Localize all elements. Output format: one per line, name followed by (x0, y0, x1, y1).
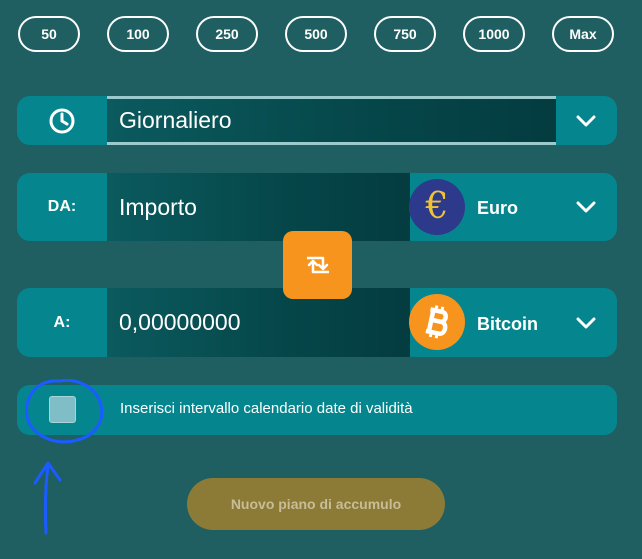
amount-chip-50[interactable]: 50 (18, 16, 80, 52)
bitcoin-icon (409, 294, 465, 350)
amount-preset-bar: 50 100 250 500 750 1000 Max (18, 16, 618, 54)
amount-chip-750[interactable]: 750 (374, 16, 436, 52)
amount-chip-1000[interactable]: 1000 (463, 16, 525, 52)
frequency-value: Giornaliero (107, 96, 556, 145)
annotation-arrow-shaft (43, 464, 50, 535)
amount-chip-100[interactable]: 100 (107, 16, 169, 52)
euro-symbol: € (425, 186, 449, 227)
bitcoin-glyph (425, 305, 448, 339)
from-currency-chevron-down-icon[interactable] (556, 173, 616, 241)
annotation-arrow-head (33, 461, 62, 485)
from-label: DA: (47, 198, 77, 215)
amount-chip-500[interactable]: 500 (285, 16, 347, 52)
to-label: A: (53, 313, 71, 331)
euro-icon: € (409, 179, 465, 235)
frequency-select[interactable]: Giornaliero (17, 96, 617, 145)
to-currency-name: Bitcoin (477, 314, 538, 334)
validity-checkbox[interactable] (49, 396, 76, 423)
to-amount-output: 0,00000000 (107, 288, 410, 357)
from-amount-input[interactable]: Importo (107, 173, 410, 241)
to-currency-chevron-down-icon[interactable] (556, 288, 616, 357)
from-currency-name: Euro (477, 198, 519, 218)
amount-chip-250[interactable]: 250 (196, 16, 258, 52)
swap-icon (306, 256, 329, 274)
new-plan-button[interactable]: Nuovo piano di accumulo (187, 478, 445, 530)
clock-icon (17, 96, 107, 145)
swap-currencies-button[interactable] (283, 231, 352, 299)
validity-label: Inserisci intervallo calendario date di … (120, 400, 413, 417)
amount-chip-max[interactable]: Max (552, 16, 614, 52)
chevron-down-icon[interactable] (556, 96, 616, 145)
